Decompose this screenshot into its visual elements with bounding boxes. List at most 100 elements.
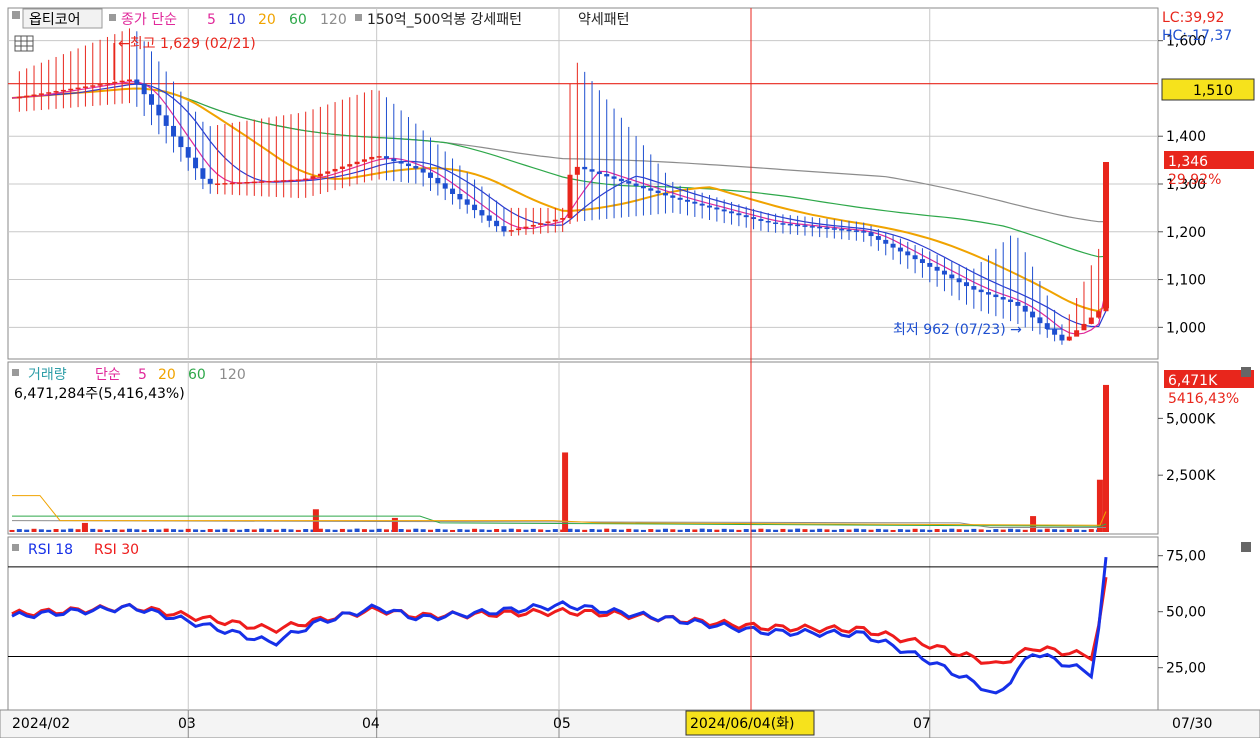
candle bbox=[156, 104, 162, 116]
candle bbox=[751, 217, 757, 220]
candle bbox=[699, 203, 705, 206]
candle bbox=[640, 185, 646, 189]
volume-bar-small bbox=[97, 529, 103, 532]
volume-bar-small bbox=[1044, 528, 1050, 532]
volume-bar-small bbox=[450, 529, 456, 532]
volume-tick-label: 5,000K bbox=[1166, 411, 1216, 427]
candle bbox=[171, 125, 177, 137]
candle bbox=[978, 289, 984, 293]
candle bbox=[883, 239, 889, 244]
candle bbox=[112, 81, 118, 84]
table-icon[interactable] bbox=[14, 35, 34, 52]
candle bbox=[1015, 302, 1021, 306]
volume-bar-small bbox=[207, 529, 213, 532]
volume-bar-small bbox=[479, 529, 485, 532]
volume-bar bbox=[1103, 384, 1109, 532]
candle bbox=[60, 89, 66, 92]
candle bbox=[383, 156, 389, 159]
volume-bar-small bbox=[266, 529, 272, 532]
last-volume-ratio: 5416,43% bbox=[1168, 391, 1239, 407]
volume-bar-small bbox=[332, 529, 338, 532]
candle bbox=[126, 79, 132, 82]
volume-bar-small bbox=[60, 529, 66, 532]
candle bbox=[75, 87, 81, 90]
candle bbox=[200, 168, 206, 179]
candle bbox=[765, 220, 771, 223]
volume-bar-small bbox=[428, 529, 434, 532]
candle bbox=[1059, 334, 1065, 341]
price-tick-label: 1,100 bbox=[1166, 273, 1206, 289]
ma-period-20: 20 bbox=[258, 12, 276, 28]
volume-bar-small bbox=[956, 529, 962, 532]
candle bbox=[787, 223, 793, 226]
candle bbox=[38, 93, 44, 95]
volume-bar-small bbox=[9, 529, 15, 532]
stock-chart[interactable]: 1,6001,4001,3001,2001,1001,0005,000K2,50… bbox=[0, 0, 1260, 739]
volume-bar-small bbox=[405, 529, 411, 532]
candle bbox=[516, 228, 522, 231]
volume-bar-small bbox=[1008, 528, 1014, 532]
candle bbox=[1037, 317, 1043, 324]
candle bbox=[897, 247, 903, 252]
candle bbox=[780, 223, 786, 225]
volume-bar-small bbox=[699, 528, 705, 532]
rsi-menu-icon[interactable] bbox=[12, 544, 19, 551]
volume-bar-small bbox=[24, 529, 30, 532]
candle bbox=[325, 171, 331, 174]
candle bbox=[714, 207, 720, 210]
rsi-close-icon[interactable] bbox=[1241, 542, 1251, 552]
volume-bar-small bbox=[640, 529, 646, 532]
chart-window: 1,600 1,400 1,300 1,200 1,100 1,000 5,000K 2,50… bbox=[0, 0, 1260, 739]
candle bbox=[523, 226, 529, 229]
volume-close-icon[interactable] bbox=[1241, 367, 1251, 377]
last-change: 29,92% bbox=[1168, 172, 1221, 188]
candle bbox=[1052, 328, 1058, 335]
candle bbox=[1000, 297, 1006, 300]
candle bbox=[266, 180, 272, 183]
volume-bar-small bbox=[692, 529, 698, 532]
candle bbox=[141, 83, 147, 95]
volume-title: 거래량 bbox=[28, 367, 67, 383]
candle bbox=[530, 224, 536, 227]
volume-bar-small bbox=[501, 529, 507, 532]
volume-bar-small bbox=[112, 529, 118, 532]
candle bbox=[1022, 305, 1028, 312]
candle bbox=[149, 94, 155, 105]
candle bbox=[993, 294, 999, 298]
candle bbox=[662, 193, 668, 196]
candle bbox=[574, 166, 580, 175]
volume-bar-small bbox=[38, 529, 44, 532]
rsi30-label: RSI 30 bbox=[94, 542, 139, 558]
x-label-mar: 03 bbox=[178, 716, 196, 732]
volume-ma-5: 5 bbox=[138, 367, 147, 383]
candle bbox=[237, 182, 243, 184]
candle bbox=[1030, 311, 1036, 318]
panel-menu-icon[interactable] bbox=[12, 11, 20, 19]
candle bbox=[317, 173, 323, 177]
candle bbox=[215, 183, 221, 185]
stock-name: 옵티코어 bbox=[29, 12, 81, 28]
candle bbox=[464, 199, 470, 205]
volume-bar-small bbox=[435, 528, 441, 532]
volume-bar-small bbox=[545, 529, 551, 532]
candle bbox=[501, 226, 507, 232]
volume-bar-small bbox=[839, 529, 845, 532]
volume-menu-icon[interactable] bbox=[12, 369, 19, 376]
candle bbox=[494, 220, 500, 227]
ma-menu-icon[interactable] bbox=[109, 14, 116, 21]
volume-ma-label: 단순 bbox=[95, 367, 121, 383]
candle bbox=[956, 278, 962, 283]
volume-bar-small bbox=[809, 529, 815, 532]
volume-bar-small bbox=[978, 529, 984, 532]
volume-bar-small bbox=[890, 529, 896, 532]
volume-bar-small bbox=[934, 529, 940, 532]
candle bbox=[347, 164, 353, 167]
candle bbox=[604, 174, 610, 177]
volume-bar-small bbox=[1081, 529, 1087, 532]
volume-bar-small bbox=[369, 529, 375, 532]
volume-bar-small bbox=[662, 528, 668, 532]
high-annotation: ←최고 1,629 (02/21) bbox=[118, 36, 256, 52]
volume-bar-small bbox=[420, 529, 426, 532]
pattern-menu-icon[interactable] bbox=[355, 14, 362, 21]
volume-bar-small bbox=[516, 529, 522, 532]
